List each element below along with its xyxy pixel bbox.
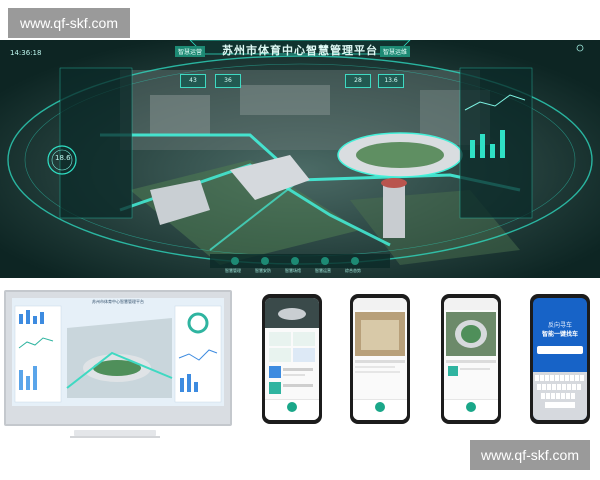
dashboard-title: 苏州市体育中心智慧管理平台 — [222, 44, 378, 57]
phone-2-screen — [353, 298, 407, 420]
phone-1-screen — [265, 298, 319, 420]
nav-item-management[interactable]: 智慧管理 — [225, 268, 241, 274]
stat-badge-3: 28 — [345, 74, 371, 88]
phone-3-notch — [460, 294, 476, 298]
phone-mockup-1 — [262, 294, 322, 424]
nav-item-venue[interactable]: 智慧场馆 — [285, 268, 301, 274]
phone-4-notch — [549, 294, 565, 298]
phone-1-home-button[interactable] — [287, 402, 297, 412]
phone-2-notch — [369, 294, 385, 298]
desktop-screen: 苏州市体育中心智慧管理平台 — [12, 298, 224, 406]
phone-mockup-2 — [350, 294, 410, 424]
phone-3-screen — [444, 298, 498, 420]
phone-4-screen: 反向寻车 智能一键找车 — [533, 298, 587, 420]
stat-badge-2: 36 — [215, 74, 241, 88]
dashboard-clock: 14:36:18 — [10, 49, 42, 57]
dashboard-scene — [0, 40, 600, 278]
phone-mockup-3 — [441, 294, 501, 424]
dashboard-tab-operation[interactable]: 智慧运营 — [175, 46, 206, 57]
dashboard-tab-maintenance[interactable]: 智慧运维 — [380, 46, 411, 57]
watermark-bottom: www.qf-skf.com — [470, 440, 590, 470]
phone-2-home-button[interactable] — [375, 402, 385, 412]
desktop-dashboard-title: 苏州市体育中心智慧管理平台 — [92, 299, 144, 304]
phone-4-subtitle: 智能一键找车 — [541, 331, 578, 338]
stat-badge-1: 43 — [180, 74, 206, 88]
phone-4-title: 反向寻车 — [547, 322, 572, 329]
dashboard-panoramic-view: 苏州市体育中心智慧管理平台 14:36:18 智慧运营 智慧运维 43 36 2… — [0, 40, 600, 278]
phone-3-home-button[interactable] — [466, 402, 476, 412]
phone-mockup-4: 反向寻车 智能一键找车 — [530, 294, 590, 424]
desktop-monitor: 苏州市体育中心智慧管理平台 — [4, 290, 232, 426]
watermark-top: www.qf-skf.com — [8, 8, 130, 38]
nav-item-security[interactable]: 智慧安防 — [255, 268, 271, 274]
phone-4-keyboard — [533, 346, 587, 420]
desktop-dashboard-scene — [12, 298, 224, 406]
nav-item-overview[interactable]: 综合态势 — [345, 268, 361, 274]
nav-item-operation[interactable]: 智慧运营 — [315, 268, 331, 274]
phone-1-notch — [281, 294, 297, 298]
monitor-stand-base — [70, 436, 160, 438]
gauge-value: 18.6 — [55, 154, 71, 162]
stat-badge-4: 13.6 — [378, 74, 404, 88]
